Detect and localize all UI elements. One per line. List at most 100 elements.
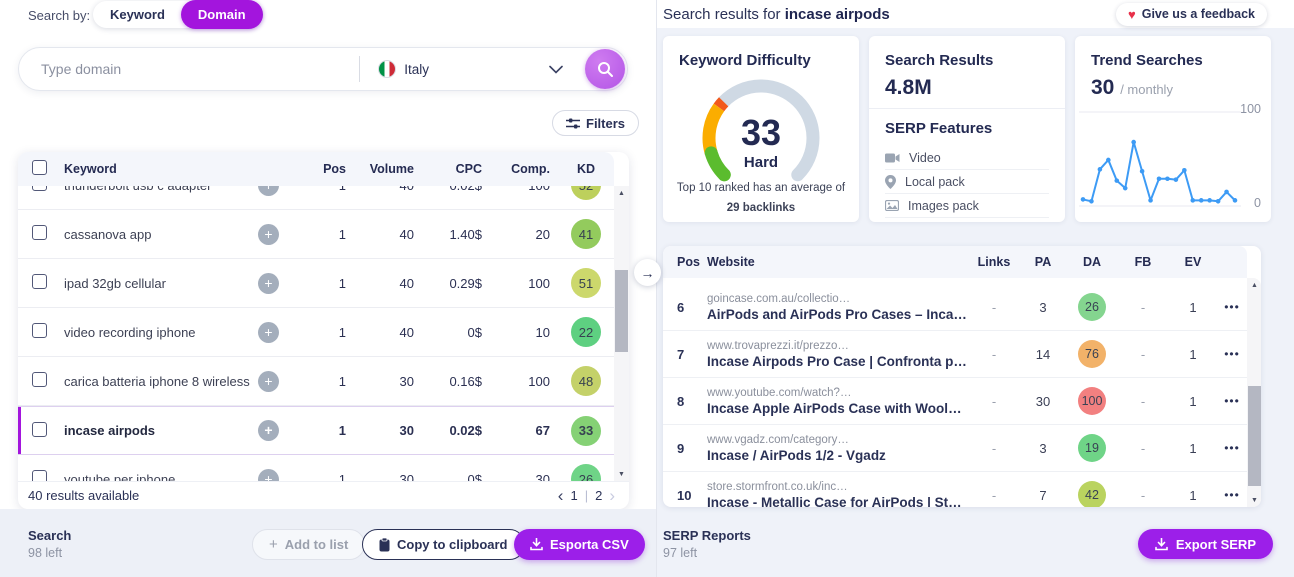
row-menu-icon[interactable]: ••• <box>1217 441 1247 455</box>
serp-table-scrollbar[interactable]: ▲ ▼ <box>1247 278 1261 507</box>
comp-cell: 20 <box>490 227 558 242</box>
serp-url[interactable]: goincase.com.au/collectio… <box>707 293 969 305</box>
row-checkbox[interactable] <box>32 274 47 289</box>
serp-table-header: Pos Website Links PA DA FB EV <box>663 246 1247 278</box>
serp-fb-cell: - <box>1117 347 1169 362</box>
keyword-row[interactable]: ipad 32gb cellular + 1 40 0.29$ 100 51 <box>18 259 614 308</box>
serp-row[interactable]: 7 www.trovaprezzi.it/prezzo… Incase Airp… <box>663 331 1247 378</box>
trend-card-title: Trend Searches <box>1091 52 1203 69</box>
add-keyword-icon[interactable]: + <box>258 224 279 245</box>
serp-row[interactable]: 10 store.stormfront.co.uk/inc… Incase - … <box>663 472 1247 507</box>
feedback-button[interactable]: ♥ Give us a feedback <box>1116 3 1267 26</box>
keyword-row[interactable]: youtube per iphone + 1 30 0$ 30 26 <box>18 455 614 481</box>
serp-url[interactable]: www.vgadz.com/category… <box>707 434 969 446</box>
serp-credits: SERP Reports 97 left <box>663 528 751 560</box>
serp-title[interactable]: Incase Apple AirPods Case with Woolen… <box>707 401 969 416</box>
serp-url[interactable]: www.youtube.com/watch?… <box>707 387 969 399</box>
scroll-down-icon[interactable]: ▼ <box>614 467 629 481</box>
add-keyword-icon[interactable]: + <box>258 273 279 294</box>
row-checkbox[interactable] <box>32 186 47 191</box>
pagination: ‹ 1 | 2 › <box>558 487 615 504</box>
da-badge: 100 <box>1078 387 1106 415</box>
serp-title[interactable]: Incase - Metallic Case for AirPods | Sto… <box>707 495 969 508</box>
scroll-up-icon[interactable]: ▲ <box>1247 278 1262 292</box>
scrollbar-thumb[interactable] <box>615 270 628 352</box>
serp-feature-images-pack: Images pack <box>885 194 1049 218</box>
serp-table-card: Pos Website Links PA DA FB EV 6 goincase… <box>663 246 1261 507</box>
next-page-icon[interactable]: › <box>609 487 615 504</box>
search-mode-toggle: Keyword Domain <box>93 1 262 28</box>
kd-badge: 48 <box>571 366 601 396</box>
keyword-row[interactable]: incase airpods + 1 30 0.02$ 67 33 <box>18 406 614 455</box>
keyword-cell: incase airpods <box>64 423 258 438</box>
add-keyword-icon[interactable]: + <box>258 420 279 441</box>
export-serp-button[interactable]: Export SERP <box>1138 529 1273 559</box>
keyword-row[interactable]: cassanova app + 1 40 1.40$ 20 41 <box>18 210 614 259</box>
serp-url[interactable]: www.trovaprezzi.it/prezzo… <box>707 340 969 352</box>
search-button[interactable] <box>585 49 625 89</box>
keyword-row[interactable]: thunderbolt usb c adapter + 1 40 0.02$ 1… <box>18 186 614 210</box>
arrow-right-icon: → <box>641 265 655 281</box>
serp-feature-label: Video <box>909 151 941 165</box>
pos-cell: 1 <box>298 472 354 482</box>
row-checkbox[interactable] <box>32 372 47 387</box>
add-keyword-icon[interactable]: + <box>258 371 279 392</box>
serp-fb-cell: - <box>1117 441 1169 456</box>
serp-row[interactable]: 8 www.youtube.com/watch?… Incase Apple A… <box>663 378 1247 425</box>
export-serp-label: Export SERP <box>1176 537 1256 552</box>
add-keyword-icon[interactable]: + <box>258 186 279 196</box>
row-menu-icon[interactable]: ••• <box>1217 394 1247 408</box>
volume-cell: 30 <box>354 374 422 389</box>
row-menu-icon[interactable]: ••• <box>1217 488 1247 502</box>
row-checkbox[interactable] <box>32 422 47 437</box>
add-to-list-button[interactable]: + Add to list <box>252 529 365 560</box>
add-keyword-icon[interactable]: + <box>258 322 279 343</box>
domain-search-input[interactable] <box>19 61 359 77</box>
row-menu-icon[interactable]: ••• <box>1217 347 1247 361</box>
scroll-down-icon[interactable]: ▼ <box>1247 493 1262 507</box>
filters-button[interactable]: Filters <box>552 110 639 136</box>
left-action-bar: Search 98 left + Add to list Copy to cli… <box>0 509 656 577</box>
serp-row[interactable]: 6 goincase.com.au/collectio… AirPods and… <box>663 284 1247 331</box>
keyword-table-scrollbar[interactable]: ▲ ▼ <box>614 186 629 481</box>
app-window: Search by: Keyword Domain Italy Filters <box>0 0 1294 577</box>
scrollbar-thumb[interactable] <box>1248 386 1261 486</box>
collapse-panel-button[interactable]: → <box>634 259 661 286</box>
add-keyword-icon[interactable]: + <box>258 469 279 482</box>
page-2[interactable]: 2 <box>595 488 602 503</box>
row-checkbox[interactable] <box>32 470 47 481</box>
row-checkbox[interactable] <box>32 225 47 240</box>
serp-website-cell: www.vgadz.com/category… Incase / AirPods… <box>707 434 969 463</box>
toggle-domain[interactable]: Domain <box>181 0 263 29</box>
toggle-keyword[interactable]: Keyword <box>93 1 182 28</box>
serp-title[interactable]: Incase / AirPods 1/2 - Vgadz <box>707 448 969 463</box>
serp-pos-cell: 10 <box>663 488 707 503</box>
chevron-down-icon[interactable] <box>549 65 563 74</box>
keyword-row[interactable]: video recording iphone + 1 40 0$ 10 22 <box>18 308 614 357</box>
copy-to-clipboard-button[interactable]: Copy to clipboard <box>362 529 525 560</box>
keyword-row[interactable]: carica batteria iphone 8 wireless + 1 30… <box>18 357 614 406</box>
serp-pos-cell: 9 <box>663 441 707 456</box>
export-csv-button[interactable]: Esporta CSV <box>514 529 645 560</box>
kd-caption-backlinks-word: backlinks <box>743 202 795 214</box>
serp-row[interactable]: 9 www.vgadz.com/category… Incase / AirPo… <box>663 425 1247 472</box>
row-menu-icon[interactable]: ••• <box>1217 300 1247 314</box>
serp-url[interactable]: store.stormfront.co.uk/inc… <box>707 481 969 493</box>
prev-page-icon[interactable]: ‹ <box>558 487 564 504</box>
col-ev: EV <box>1169 255 1217 269</box>
country-selector-value[interactable]: Italy <box>404 62 429 77</box>
da-badge: 19 <box>1078 434 1106 462</box>
keyword-table-card: Keyword Pos Volume CPC Comp. KD thunderb… <box>18 152 629 509</box>
select-all-checkbox[interactable] <box>32 160 47 175</box>
filters-icon <box>566 118 580 129</box>
serp-fb-cell: - <box>1117 394 1169 409</box>
scroll-up-icon[interactable]: ▲ <box>614 186 629 200</box>
row-checkbox[interactable] <box>32 323 47 338</box>
serp-title[interactable]: Incase Airpods Pro Case | Confronta pre… <box>707 354 969 369</box>
page-1[interactable]: 1 <box>570 488 577 503</box>
trend-y-min-label: 0 <box>1254 196 1261 210</box>
serp-feature-local-pack: Local pack <box>885 170 1049 194</box>
serp-fb-cell: - <box>1117 488 1169 503</box>
cpc-cell: 1.40$ <box>422 227 490 242</box>
serp-title[interactable]: AirPods and AirPods Pro Cases – Incas… <box>707 307 969 322</box>
